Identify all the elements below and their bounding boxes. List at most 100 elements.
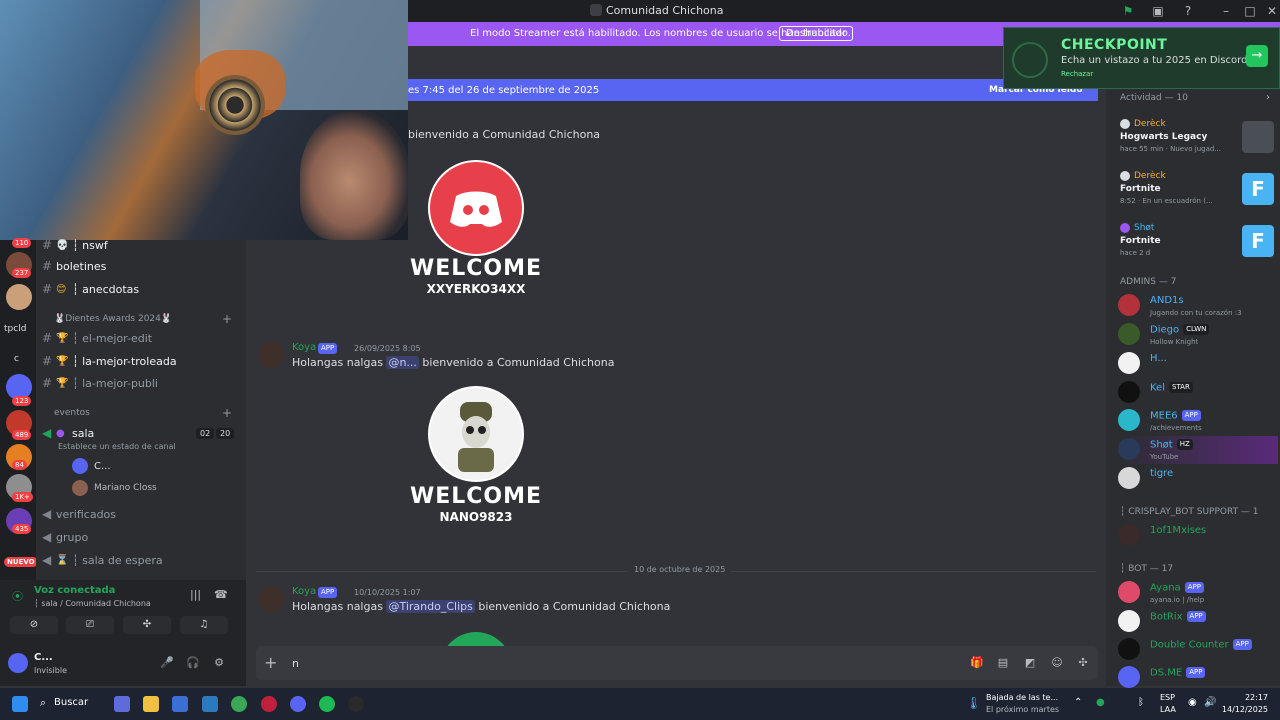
member-item[interactable]: H...	[1118, 350, 1278, 378]
welcome-text-1: bienvenido a Comunidad Chichona	[408, 128, 601, 141]
activity-flag-icon[interactable]: ⚑	[1120, 3, 1136, 19]
search-icon[interactable]: ⌕	[40, 696, 46, 710]
category-header[interactable]: eventos	[54, 408, 90, 418]
tray-chevron-icon[interactable]: ⌃	[1074, 697, 1082, 708]
arrow-right-icon[interactable]: →	[1246, 45, 1268, 67]
opera-icon[interactable]	[261, 696, 277, 712]
close-icon[interactable]: ✕	[1264, 3, 1280, 19]
voice-user[interactable]: Mariano Closs	[72, 480, 157, 496]
voice-channel[interactable]: ◀ ● sala	[42, 424, 94, 442]
weather-subtitle[interactable]: El próximo martes	[986, 705, 1059, 714]
microphone-icon[interactable]: 🎤	[160, 656, 174, 670]
windows-start-icon[interactable]	[12, 696, 28, 712]
window-title: Comunidad Chichona	[606, 4, 724, 17]
member-list: Actividad — 10 › Derèck Hogwarts Legacy …	[1106, 89, 1280, 688]
disconnect-icon[interactable]: ☎	[214, 588, 228, 601]
tray-icon[interactable]: ●	[1096, 697, 1105, 708]
soundboard-button[interactable]: ♫	[180, 616, 228, 634]
date-divider: 10 de octubre de 2025	[256, 565, 1096, 574]
avatar	[1118, 381, 1140, 403]
bluetooth-icon[interactable]: ᛒ	[1138, 697, 1144, 708]
gear-icon[interactable]: ⚙	[212, 656, 226, 670]
server-icon[interactable]	[6, 284, 32, 310]
member-item[interactable]: 1of1Mxises	[1118, 522, 1278, 550]
avatar[interactable]	[258, 586, 284, 612]
camera-off-button[interactable]: ⊘	[10, 616, 58, 634]
member-item[interactable]: Shøt HZ YouTube	[1118, 436, 1278, 464]
server-icon	[590, 4, 602, 16]
checkpoint-reject[interactable]: Rechazar	[1061, 70, 1093, 78]
headphones-icon[interactable]: 🎧	[186, 656, 200, 670]
avatar[interactable]	[8, 653, 28, 673]
channel-item[interactable]: # 💀 ┆ nswf	[42, 236, 108, 254]
member-item[interactable]: AND1s Jugando con tu corazón :3	[1118, 292, 1278, 320]
voice-location[interactable]: ┆ sala / Comunidad Chichona	[34, 599, 151, 608]
volume-icon[interactable]: 🔊	[1204, 697, 1216, 708]
minimize-icon[interactable]: –	[1218, 3, 1234, 19]
new-messages-bar[interactable]: es 7:45 del 26 de septiembre de 2025 Mar…	[408, 79, 1098, 101]
keyboard-layout[interactable]: LAA	[1160, 705, 1176, 714]
channel-item[interactable]: # 🏆 ┆ la-mejor-troleada	[42, 352, 177, 370]
message-composer[interactable]: + n 🎁 ▤ ◩ ☺ ✣	[256, 646, 1098, 680]
file-explorer-icon[interactable]	[143, 696, 159, 712]
store-icon[interactable]	[172, 696, 188, 712]
taskbar-search[interactable]: Buscar	[54, 697, 88, 708]
channel-item[interactable]: ◀ verificados	[42, 505, 116, 523]
avatar[interactable]	[258, 342, 284, 368]
channel-item[interactable]: ◀ grupo	[42, 528, 88, 546]
weather-icon[interactable]: 🌡	[966, 696, 981, 710]
folder-label[interactable]: c	[14, 354, 19, 364]
copilot-icon[interactable]	[114, 696, 130, 712]
add-channel-icon[interactable]: +	[222, 312, 232, 326]
discord-icon[interactable]	[290, 696, 306, 712]
user-mention[interactable]: @n...	[386, 356, 419, 369]
screen-share-button[interactable]: ⎚	[66, 616, 114, 634]
chevron-right-icon[interactable]: ›	[1266, 92, 1270, 103]
channel-item[interactable]: # 😊 ┆ anecdotas	[42, 280, 139, 298]
spotify-icon[interactable]	[319, 696, 335, 712]
noise-icon[interactable]: |||	[190, 588, 201, 601]
weather-title[interactable]: Bajada de las te...	[986, 693, 1058, 702]
obs-icon[interactable]	[348, 696, 364, 712]
maximize-icon[interactable]: □	[1242, 3, 1258, 19]
emoji-icon[interactable]: ☺	[1050, 656, 1064, 670]
help-icon[interactable]: ?	[1180, 3, 1196, 19]
member-item[interactable]: BotRix APP	[1118, 608, 1278, 636]
member-item[interactable]: Ayana APP ayana.io | /help	[1118, 579, 1278, 607]
channel-item[interactable]: # 🏆 ┆ la-mejor-publi	[42, 374, 158, 392]
channel-item[interactable]: # boletines	[42, 257, 106, 275]
add-attachment-icon[interactable]: +	[264, 653, 277, 672]
folder-label[interactable]: tpcld	[4, 324, 26, 334]
wifi-icon[interactable]: ◉	[1188, 697, 1197, 708]
disable-streamer-button[interactable]: Deshabilitar	[779, 26, 854, 41]
language-indicator[interactable]: ESP	[1160, 693, 1175, 702]
message-input[interactable]: n	[292, 657, 299, 670]
user-mention[interactable]: @Tirando_Clips	[386, 600, 475, 613]
clock[interactable]: 22:17	[1228, 693, 1268, 702]
mail-icon[interactable]	[202, 696, 218, 712]
channel-item[interactable]: ◀ ⌛ ┆ sala de espera	[42, 551, 163, 569]
chrome-icon[interactable]	[231, 696, 247, 712]
gif-icon[interactable]: ▤	[996, 656, 1010, 670]
add-channel-icon[interactable]: +	[222, 406, 232, 420]
voice-status-hint[interactable]: Establece un estado de canal	[58, 442, 176, 451]
gift-icon[interactable]: 🎁	[970, 656, 984, 670]
member-item[interactable]: Kel STAR	[1118, 379, 1278, 407]
category-header[interactable]: 🐰Dientes Awards 2024🐰	[54, 314, 172, 324]
message-author[interactable]: Koya	[292, 342, 316, 353]
message-author[interactable]: Koya	[292, 586, 316, 597]
inbox-icon[interactable]: ▣	[1150, 3, 1166, 19]
member-item[interactable]: tigre	[1118, 465, 1278, 493]
activity-header[interactable]: Actividad — 10	[1120, 93, 1188, 103]
member-item[interactable]: Diego CLWN Hollow Knight	[1118, 321, 1278, 349]
member-item[interactable]: MEE6 APP/achievements	[1118, 407, 1278, 435]
activities-button[interactable]: ✣	[123, 616, 171, 634]
checkpoint-banner[interactable]: CHECKPOINT Echa un vistazo a tu 2025 en …	[1003, 27, 1280, 89]
apps-icon[interactable]: ✣	[1076, 656, 1090, 670]
sticker-icon[interactable]: ◩	[1023, 656, 1037, 670]
member-item[interactable]: Double Counter APP	[1118, 636, 1278, 664]
voice-panel: ⦿ Voz conectada ┆ sala / Comunidad Chich…	[0, 580, 246, 686]
channel-item[interactable]: # 🏆 ┆ el-mejor-edit	[42, 329, 152, 347]
date[interactable]: 14/12/2025	[1218, 705, 1268, 714]
voice-user[interactable]: C...	[72, 458, 111, 474]
